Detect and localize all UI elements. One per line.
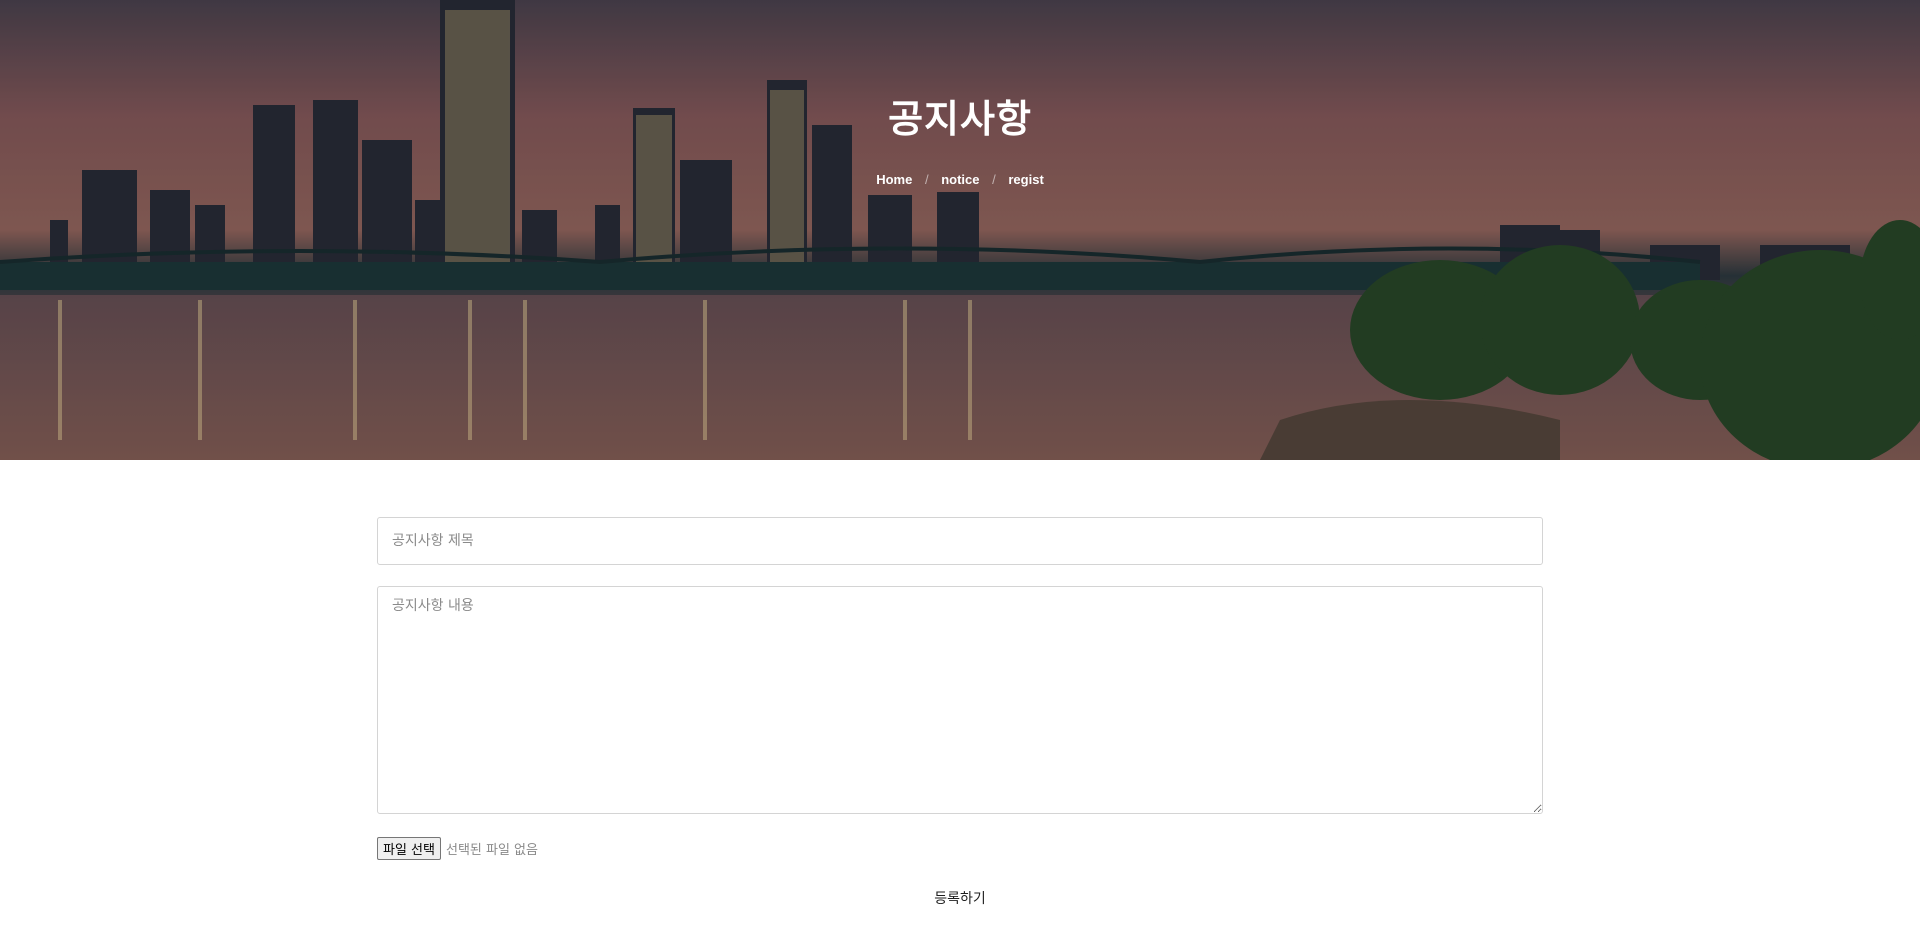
breadcrumb-current: regist bbox=[1008, 172, 1044, 187]
breadcrumb: Home / notice / regist bbox=[0, 172, 1920, 187]
register-button[interactable]: 등록하기 bbox=[928, 886, 992, 910]
hero-banner: 공지사항 Home / notice / regist bbox=[0, 0, 1920, 460]
page-title: 공지사항 bbox=[888, 97, 1032, 141]
notice-regist-form: 파일 선택 선택된 파일 없음 등록하기 bbox=[377, 517, 1543, 910]
submit-row: 등록하기 bbox=[377, 886, 1543, 910]
hero-content: 공지사항 Home / notice / regist bbox=[0, 0, 1920, 187]
breadcrumb-notice[interactable]: notice bbox=[941, 172, 979, 187]
file-status-text: 선택된 파일 없음 bbox=[445, 842, 538, 858]
choose-file-button[interactable]: 파일 선택 bbox=[377, 836, 441, 860]
notice-title-input[interactable] bbox=[377, 517, 1543, 565]
notice-content-textarea[interactable] bbox=[377, 586, 1543, 814]
breadcrumb-separator: / bbox=[992, 172, 996, 187]
breadcrumb-separator: / bbox=[924, 172, 929, 187]
file-upload-row: 파일 선택 선택된 파일 없음 bbox=[377, 836, 1543, 860]
breadcrumb-home[interactable]: Home bbox=[876, 172, 912, 187]
